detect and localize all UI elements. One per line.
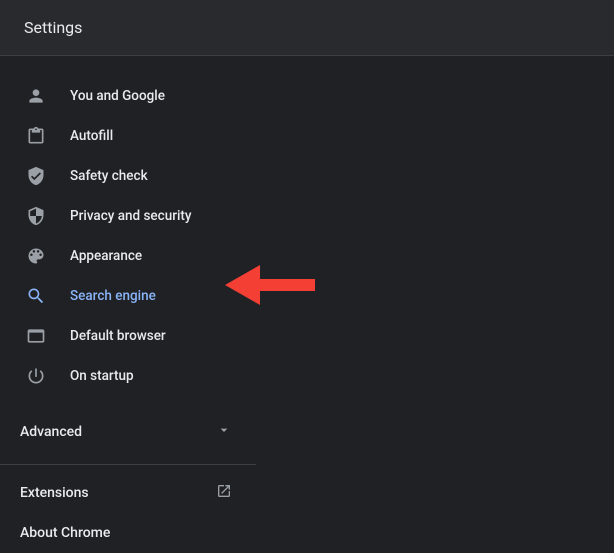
sidebar-item-label: Privacy and security: [70, 208, 192, 224]
sidebar-item-privacy-security[interactable]: Privacy and security: [0, 196, 256, 236]
sidebar-item-search-engine[interactable]: Search engine: [0, 276, 256, 316]
sidebar-advanced-toggle[interactable]: Advanced: [0, 408, 256, 456]
sidebar-item-about-chrome[interactable]: About Chrome: [0, 513, 256, 553]
person-icon: [26, 86, 46, 106]
sidebar-item-appearance[interactable]: Appearance: [0, 236, 256, 276]
sidebar-divider: [0, 464, 256, 465]
sidebar-item-label: Default browser: [70, 328, 166, 344]
sidebar-item-label: Search engine: [70, 288, 156, 304]
sidebar-item-label: Appearance: [70, 248, 142, 264]
power-icon: [26, 366, 46, 386]
sidebar-item-extensions[interactable]: Extensions: [0, 473, 256, 513]
search-icon: [26, 286, 46, 306]
clipboard-icon: [26, 126, 46, 146]
settings-header: Settings: [0, 0, 614, 56]
sidebar-item-safety-check[interactable]: Safety check: [0, 156, 256, 196]
settings-sidebar: You and Google Autofill Safety check Pri…: [0, 56, 256, 553]
page-title: Settings: [24, 18, 82, 37]
chevron-down-icon: [216, 422, 232, 442]
sidebar-item-label: Safety check: [70, 168, 148, 184]
sidebar-item-on-startup[interactable]: On startup: [0, 356, 256, 396]
sidebar-item-label: Autofill: [70, 128, 113, 144]
shield-check-icon: [26, 166, 46, 186]
sidebar-item-you-and-google[interactable]: You and Google: [0, 76, 256, 116]
sidebar-item-label: You and Google: [70, 88, 165, 104]
sidebar-item-default-browser[interactable]: Default browser: [0, 316, 256, 356]
browser-icon: [26, 326, 46, 346]
advanced-label: Advanced: [20, 424, 82, 440]
sidebar-item-label: On startup: [70, 368, 134, 384]
shield-icon: [26, 206, 46, 226]
extensions-label: Extensions: [20, 485, 89, 501]
external-link-icon: [216, 483, 232, 503]
palette-icon: [26, 246, 46, 266]
about-chrome-label: About Chrome: [20, 525, 110, 541]
sidebar-item-autofill[interactable]: Autofill: [0, 116, 256, 156]
